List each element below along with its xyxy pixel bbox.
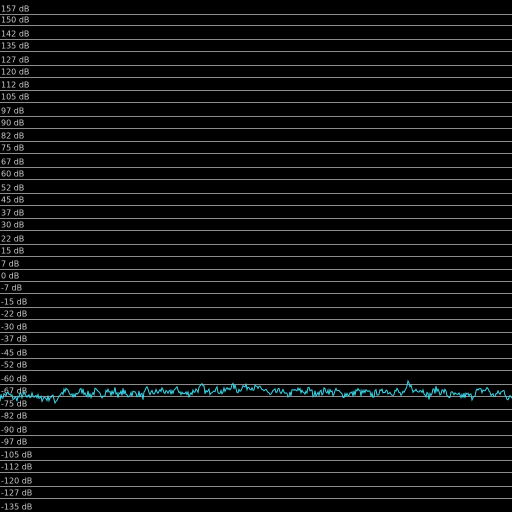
spectrum-trace — [0, 379, 512, 405]
spectrum-analyzer-view: 157 dB 150 dB 142 dB 135 dB 127 dB 120 dB 112 … — [0, 0, 512, 512]
spectrum-trace-plot — [0, 379, 512, 405]
